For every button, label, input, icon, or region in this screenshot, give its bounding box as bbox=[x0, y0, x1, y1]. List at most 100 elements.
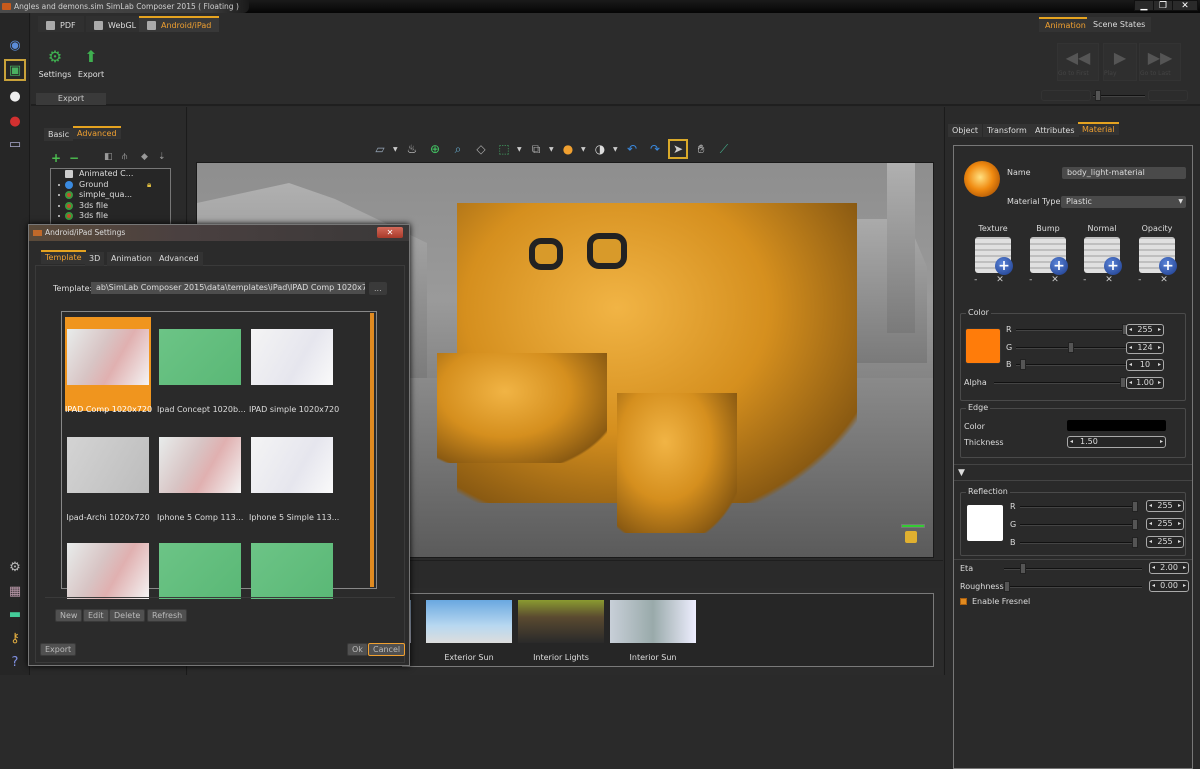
go-to-last-button[interactable]: ▶▶ Go to Last bbox=[1139, 43, 1181, 81]
select-arrow-icon[interactable]: ➤ bbox=[668, 139, 688, 159]
eta-spinbox[interactable]: ◂ 2.00 ▸ bbox=[1149, 562, 1189, 574]
minimize-icon[interactable]: ▁ bbox=[1134, 0, 1154, 11]
gallery-item[interactable]: Interior Lights bbox=[517, 600, 605, 662]
red-spinbox[interactable]: ◂ 255 ▸ bbox=[1126, 324, 1164, 336]
blue-slider[interactable] bbox=[1016, 359, 1128, 370]
refresh-templates-button[interactable]: Refresh bbox=[147, 609, 188, 622]
add-icon[interactable]: + bbox=[51, 151, 61, 165]
tab-animation[interactable]: Animation bbox=[1039, 17, 1092, 32]
plugin-icon[interactable]: ▬ bbox=[4, 603, 26, 625]
opacity-map-button[interactable]: + bbox=[1139, 237, 1177, 275]
material-type-select[interactable]: Plastic ▼ bbox=[1061, 196, 1186, 208]
edit-template-button[interactable]: Edit bbox=[83, 609, 109, 622]
tool-a-icon[interactable]: ◧ bbox=[104, 152, 113, 162]
environment-icon[interactable]: ◑ bbox=[590, 139, 610, 159]
tool-b-icon[interactable]: ⫛ bbox=[122, 152, 127, 162]
material-ball-icon[interactable]: ● bbox=[4, 85, 26, 107]
render-icon[interactable]: ▭ bbox=[4, 133, 26, 155]
enable-fresnel-checkbox[interactable] bbox=[960, 598, 967, 605]
fit-view-icon[interactable]: ⊕ bbox=[425, 139, 445, 159]
template-item[interactable]: Iphone 5 Simple 113... bbox=[249, 425, 339, 522]
keys-icon[interactable]: ⚷ bbox=[4, 627, 26, 649]
go-to-first-button[interactable]: ◀◀ Go to First bbox=[1057, 43, 1099, 81]
ribbon-tab-webgl[interactable]: WebGL bbox=[86, 16, 145, 32]
reflection-red-slider[interactable] bbox=[1020, 501, 1138, 512]
normal-map-button[interactable]: + bbox=[1084, 237, 1122, 275]
template-item[interactable]: IPAD simple 1020x720 bbox=[249, 317, 339, 414]
measure-icon[interactable]: ⟋ bbox=[714, 139, 734, 159]
dialog-tab-animation[interactable]: Animation bbox=[107, 252, 156, 266]
diffuse-color-swatch[interactable] bbox=[965, 328, 1001, 364]
end-frame-field[interactable] bbox=[1148, 90, 1188, 101]
zoom-icon[interactable]: ⌕ bbox=[448, 139, 468, 159]
red-slider[interactable] bbox=[1016, 324, 1128, 335]
slider-knob[interactable] bbox=[1004, 581, 1010, 592]
timeline-knob[interactable] bbox=[1095, 90, 1101, 101]
tab-scene-states[interactable]: Scene States bbox=[1087, 17, 1152, 32]
tab-advanced[interactable]: Advanced bbox=[73, 126, 121, 139]
close-icon[interactable]: ✕ bbox=[1172, 0, 1198, 11]
reflection-blue-slider[interactable] bbox=[1020, 537, 1138, 548]
reflection-blue-spinbox[interactable]: ◂ 255 ▸ bbox=[1146, 536, 1184, 548]
unlocked-padlock-icon[interactable] bbox=[905, 531, 917, 543]
reflection-green-spinbox[interactable]: ◂ 255 ▸ bbox=[1146, 518, 1184, 530]
ribbon-tab-android-ipad[interactable]: Android/iPad bbox=[139, 16, 220, 32]
tab-attributes[interactable]: Attributes bbox=[1031, 124, 1079, 137]
gallery-scrollbar[interactable] bbox=[370, 313, 374, 587]
ok-button[interactable]: Ok bbox=[347, 643, 368, 656]
slider-knob[interactable] bbox=[1020, 359, 1027, 370]
export-button[interactable]: Export bbox=[40, 643, 77, 656]
alpha-spinbox[interactable]: ◂ 1.00 ▸ bbox=[1126, 377, 1164, 389]
alpha-slider[interactable] bbox=[994, 377, 1128, 388]
dialog-tab-advanced[interactable]: Advanced bbox=[155, 252, 203, 266]
reflection-green-slider[interactable] bbox=[1020, 519, 1138, 530]
tree-item[interactable]: Animated C... bbox=[51, 169, 170, 180]
tab-object[interactable]: Object bbox=[948, 124, 983, 137]
dialog-close-icon[interactable]: ✕ bbox=[377, 227, 403, 238]
template-path-input[interactable]: ab\SimLab Composer 2015\data\templates\i… bbox=[91, 282, 365, 294]
reflection-color-swatch[interactable] bbox=[967, 505, 1003, 541]
bump-map-button[interactable]: + bbox=[1030, 237, 1068, 275]
eta-slider[interactable] bbox=[1004, 563, 1142, 574]
remove-icon[interactable]: − bbox=[69, 151, 79, 165]
dialog-tab-3d[interactable]: 3D bbox=[85, 252, 105, 266]
template-item[interactable] bbox=[249, 531, 335, 599]
texture-map-button[interactable]: + bbox=[975, 237, 1013, 275]
settings-button[interactable]: ⚙ Settings bbox=[36, 47, 74, 79]
slider-knob[interactable] bbox=[1067, 342, 1074, 353]
ground-plane-icon[interactable]: ◇ bbox=[471, 139, 491, 159]
tree-item[interactable]: 3ds file bbox=[51, 201, 170, 212]
green-slider[interactable] bbox=[1016, 342, 1128, 353]
material-name-input[interactable]: body_light-material bbox=[1062, 167, 1186, 179]
collapse-toggle-icon[interactable]: ▼ bbox=[958, 468, 965, 478]
library-icon[interactable]: ▦ bbox=[4, 580, 26, 602]
template-item[interactable] bbox=[157, 531, 243, 599]
settings-gears-icon[interactable]: ⚙ bbox=[4, 556, 26, 578]
export-icon[interactable]: ▣ bbox=[4, 59, 26, 81]
slider-knob[interactable] bbox=[1132, 501, 1138, 512]
selection-rect-icon[interactable]: ⬚ bbox=[494, 139, 514, 159]
gallery-item[interactable]: Exterior Sun bbox=[425, 600, 513, 662]
new-template-button[interactable]: New bbox=[55, 609, 83, 622]
redo-icon[interactable]: ↷ bbox=[645, 139, 665, 159]
tab-transform[interactable]: Transform bbox=[983, 124, 1031, 137]
tool-c-icon[interactable]: ◆ bbox=[141, 152, 148, 162]
dialog-tab-template[interactable]: Template bbox=[41, 250, 86, 264]
tab-basic[interactable]: Basic bbox=[44, 128, 74, 141]
template-item[interactable]: Ipad-Archi 1020x720 bbox=[65, 425, 151, 522]
export-button[interactable]: ⬆ Export bbox=[72, 47, 110, 79]
start-frame-field[interactable] bbox=[1041, 90, 1091, 101]
help-icon[interactable]: ? bbox=[4, 651, 26, 673]
ribbon-tab-pdf[interactable]: PDF bbox=[38, 16, 84, 32]
roughness-slider[interactable] bbox=[1004, 581, 1142, 592]
tool-d-icon[interactable]: ⇣ bbox=[158, 152, 166, 162]
tree-item[interactable]: 3ds file bbox=[51, 211, 170, 222]
template-item[interactable] bbox=[65, 531, 151, 599]
undo-icon[interactable]: ↶ bbox=[622, 139, 642, 159]
reflection-red-spinbox[interactable]: ◂ 255 ▸ bbox=[1146, 500, 1184, 512]
gallery-item[interactable]: Interior Sun bbox=[609, 600, 697, 662]
camera-icon[interactable]: ▱ bbox=[370, 139, 390, 159]
slider-knob[interactable] bbox=[1132, 519, 1138, 530]
play-button[interactable]: ▶ Play bbox=[1103, 43, 1137, 81]
template-item[interactable]: Ipad Concept 1020b... bbox=[157, 317, 246, 414]
